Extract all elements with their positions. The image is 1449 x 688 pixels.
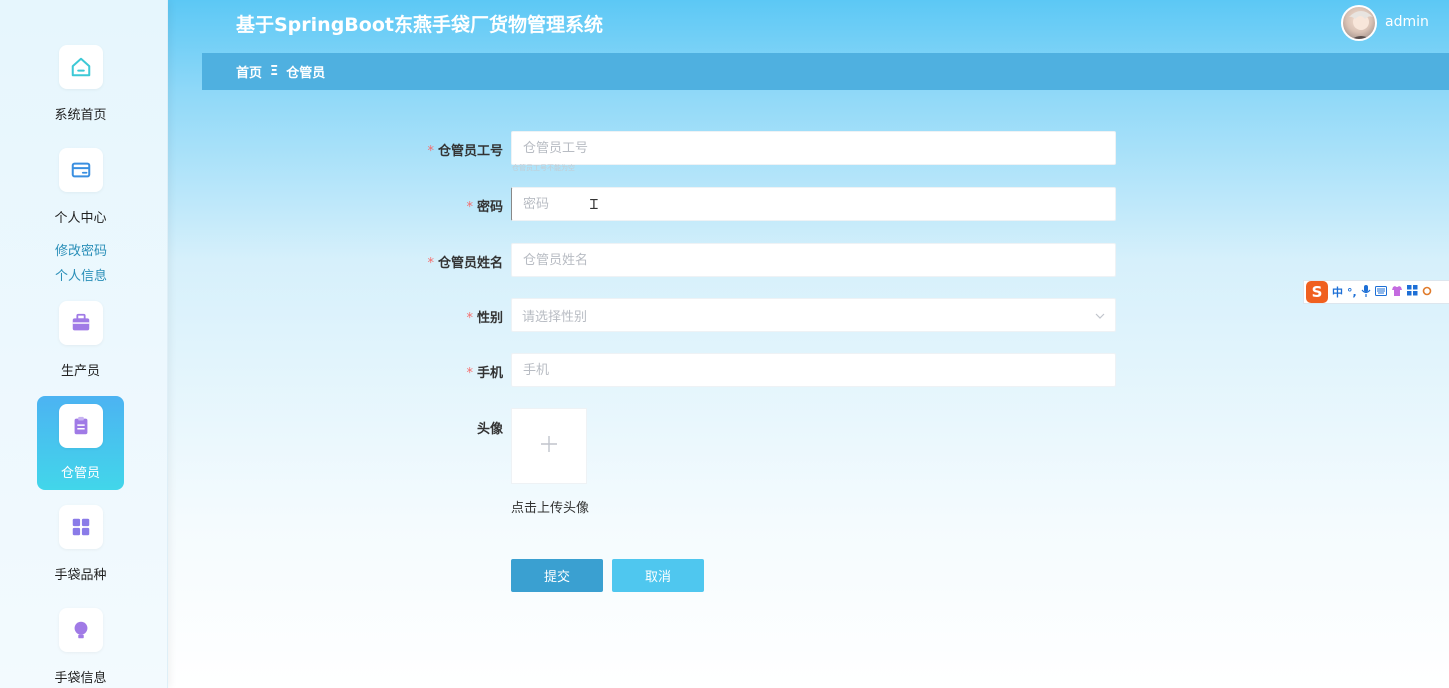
form-row-avatar: 头像 [0, 409, 1449, 443]
form-row-phone: * 手机 [0, 353, 1449, 387]
breadcrumb-home[interactable]: 首页 [236, 62, 262, 81]
avatar-label: 头像 [476, 422, 503, 437]
breadcrumb-current: 仓管员 [286, 66, 326, 81]
sidebar-item-label: 手袋品种 [54, 568, 107, 583]
ime-punctuation[interactable]: °, [1347, 286, 1357, 299]
breadcrumb-separator: Ξ [270, 64, 279, 79]
plus-icon [540, 435, 558, 457]
sidebar-item-label: 手袋信息 [54, 671, 107, 686]
microphone-icon[interactable] [1361, 284, 1371, 300]
chevron-down-icon [1095, 309, 1105, 322]
gender-placeholder: 请选择性别 [522, 309, 588, 325]
sidebar: 系统首页 个人中心 修改密码 个人信息 生产员 仓管员 手袋品种 手袋信息 [0, 0, 168, 688]
sidebar-item-home[interactable]: 系统首页 [37, 45, 124, 123]
avatar[interactable] [1341, 5, 1377, 41]
name-label: * 仓管员姓名 [427, 256, 503, 271]
sidebar-item-bag-type[interactable]: 手袋品种 [37, 505, 124, 583]
breadcrumb: 首页 Ξ 仓管员 [202, 53, 1449, 90]
ime-toolbar[interactable]: S 中 °, [1303, 280, 1449, 304]
text-cursor-icon: Ɪ [590, 197, 598, 213]
form-row-name: * 仓管员姓名 [0, 243, 1449, 277]
work-id-input[interactable] [511, 131, 1116, 165]
skin-icon[interactable] [1391, 285, 1403, 300]
submit-button[interactable]: 提交 [511, 559, 603, 592]
upload-caption: 点击上传头像 [511, 501, 590, 516]
grid-icon [58, 505, 103, 549]
form-row-work-id: * 仓管员工号 [0, 131, 1449, 165]
avatar-upload-button[interactable] [511, 408, 587, 484]
settings-icon[interactable] [1422, 286, 1432, 299]
work-id-label: * 仓管员工号 [427, 144, 503, 159]
phone-label: * 手机 [466, 366, 503, 381]
apps-icon[interactable] [1406, 285, 1418, 299]
sogou-logo-icon[interactable]: S [1306, 281, 1328, 303]
password-label: * 密码 [466, 200, 503, 215]
sidebar-item-label: 系统首页 [54, 108, 107, 123]
form-row-gender: * 性别 请选择性别 [0, 298, 1449, 332]
phone-input[interactable] [511, 353, 1116, 387]
sidebar-item-label: 仓管员 [60, 466, 100, 481]
ime-mode[interactable]: 中 [1332, 284, 1343, 300]
cancel-button[interactable]: 取消 [612, 559, 704, 592]
form-row-password: * 密码 [0, 187, 1449, 221]
keyboard-icon[interactable] [1374, 285, 1387, 299]
username[interactable]: admin [1385, 14, 1429, 30]
gender-select[interactable]: 请选择性别 [511, 298, 1116, 332]
lightbulb-icon [58, 608, 103, 652]
app-title: 基于SpringBoot东燕手袋厂货物管理系统 [236, 14, 603, 36]
gender-label: * 性别 [466, 311, 503, 326]
name-input[interactable] [511, 243, 1116, 277]
work-id-hint: 仓管员工号不能为空 [512, 164, 575, 172]
password-input[interactable] [511, 187, 1116, 221]
home-icon [58, 45, 103, 89]
sidebar-item-bag-info[interactable]: 手袋信息 [37, 608, 124, 686]
